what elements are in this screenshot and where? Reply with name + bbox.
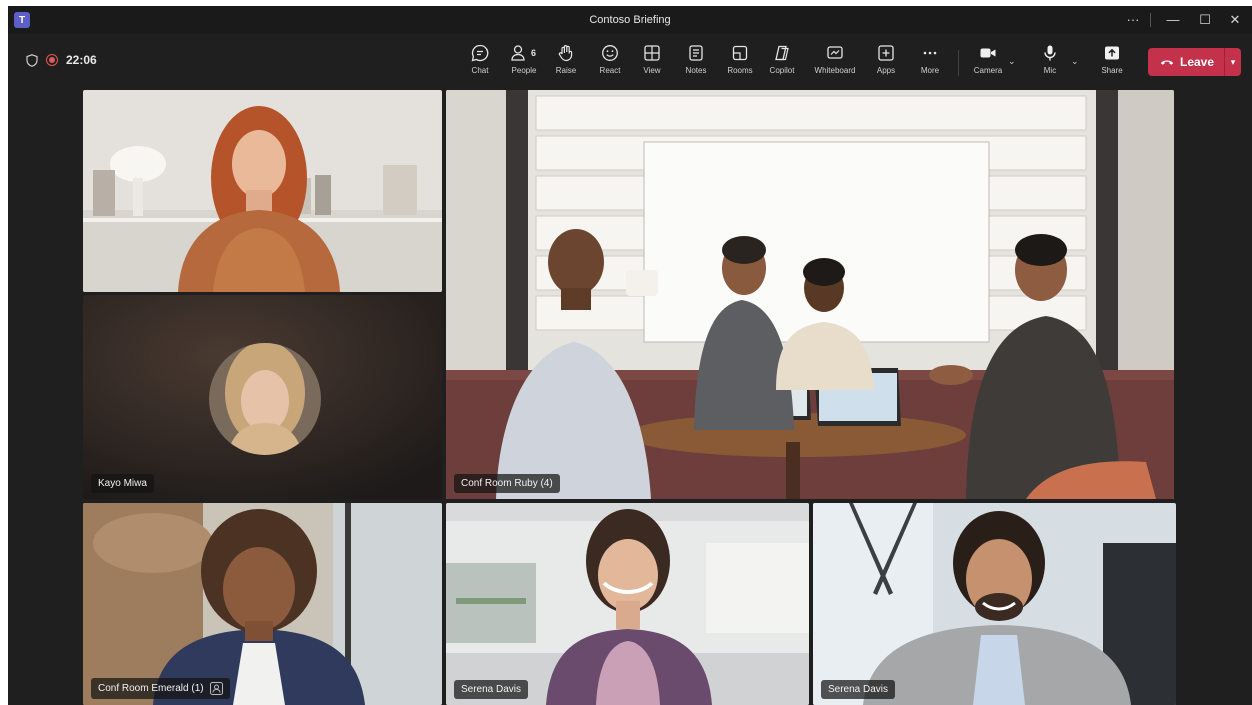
copilot-label: Copilot xyxy=(769,66,795,75)
rooms-button[interactable]: Rooms xyxy=(718,44,762,82)
add-app-icon xyxy=(878,45,894,61)
raise-label: Raise xyxy=(555,66,577,75)
copilot-button[interactable]: Copilot xyxy=(760,44,804,82)
share-button[interactable]: Share xyxy=(1090,44,1134,82)
room-people-icon xyxy=(209,682,223,695)
title-bar: T Contoso Briefing ··· — ☐ ✕ xyxy=(8,6,1252,34)
title-divider xyxy=(1150,13,1151,27)
participant-video-feed xyxy=(813,503,1176,705)
toolbar-divider xyxy=(958,50,959,76)
more-icon xyxy=(923,51,937,55)
smiley-icon xyxy=(602,45,618,61)
people-count: 6 xyxy=(531,48,537,58)
notes-icon xyxy=(689,45,703,61)
hand-icon xyxy=(558,45,573,62)
camera-button[interactable]: Camera xyxy=(966,44,1010,82)
participant-name-tag: Conf Room Ruby (4) xyxy=(454,474,560,493)
leave-button[interactable]: Leave xyxy=(1148,48,1225,76)
people-icon xyxy=(511,45,525,61)
breakout-rooms-icon xyxy=(732,45,748,61)
close-icon[interactable]: ✕ xyxy=(1222,11,1248,29)
chat-icon xyxy=(471,44,489,62)
participant-name-tag: Kayo Miwa xyxy=(91,474,154,493)
participant-name: Serena Davis xyxy=(828,684,889,695)
participant-name: Serena Davis xyxy=(461,684,522,695)
leave-label: Leave xyxy=(1180,55,1215,69)
participant-name: Conf Room Emerald (1) xyxy=(98,683,204,694)
teams-meeting-window: T Contoso Briefing ··· — ☐ ✕ 22:06 Chat … xyxy=(8,6,1252,705)
mic-label: Mic xyxy=(1043,66,1057,75)
conference-room-video-feed xyxy=(446,90,1174,499)
meeting-toolbar: 22:06 Chat 6 People Raise React View Not… xyxy=(8,34,1252,87)
participant-name: Conf Room Ruby (4) xyxy=(461,478,553,489)
apps-label: Apps xyxy=(876,66,896,75)
more-label: More xyxy=(920,66,940,75)
notes-label: Notes xyxy=(685,66,707,75)
meeting-status: 22:06 xyxy=(26,53,97,67)
react-label: React xyxy=(599,66,621,75)
share-label: Share xyxy=(1101,66,1123,75)
share-screen-icon xyxy=(1105,46,1119,60)
video-tile-participant-1[interactable] xyxy=(83,90,442,292)
microphone-icon xyxy=(1044,45,1056,61)
participant-name-tag: Serena Davis xyxy=(454,680,529,699)
raise-hand-button[interactable]: Raise xyxy=(544,44,588,82)
people-button[interactable]: 6 People xyxy=(502,44,546,82)
whiteboard-icon xyxy=(827,46,843,59)
view-button[interactable]: View xyxy=(630,44,674,82)
participant-name-tag: Conf Room Emerald (1) xyxy=(91,678,230,699)
video-tile-conf-room-ruby[interactable]: Conf Room Ruby (4) xyxy=(446,90,1174,499)
conference-room-video-feed xyxy=(83,503,442,705)
camera-icon xyxy=(980,48,996,58)
chat-button[interactable]: Chat xyxy=(458,44,502,82)
participant-video-feed xyxy=(83,90,442,292)
leave-chevron-down-icon[interactable]: ▾ xyxy=(1224,48,1242,76)
whiteboard-button[interactable]: Whiteboard xyxy=(812,44,858,82)
more-button[interactable]: More xyxy=(908,44,952,82)
mic-chevron-down-icon[interactable]: ⌄ xyxy=(1071,56,1079,67)
apps-button[interactable]: Apps xyxy=(864,44,908,82)
copilot-icon xyxy=(775,45,789,61)
view-label: View xyxy=(643,66,661,75)
video-tile-serena-davis-1[interactable]: Serena Davis xyxy=(446,503,809,705)
participant-video-feed xyxy=(446,503,809,705)
participant-name: Kayo Miwa xyxy=(98,478,147,489)
avatar xyxy=(209,343,321,455)
people-label: People xyxy=(511,66,537,75)
chat-label: Chat xyxy=(471,66,489,75)
leave-control: Leave ▾ xyxy=(1148,48,1242,76)
camera-label: Camera xyxy=(973,66,1003,75)
more-options-icon[interactable]: ··· xyxy=(1120,11,1146,29)
window-title: Contoso Briefing xyxy=(589,14,671,26)
mic-button[interactable]: Mic xyxy=(1028,44,1072,82)
video-tile-conf-room-emerald[interactable]: Conf Room Emerald (1) xyxy=(83,503,442,705)
camera-chevron-down-icon[interactable]: ⌄ xyxy=(1008,56,1016,67)
video-tile-serena-davis-2[interactable]: Serena Davis xyxy=(813,503,1176,705)
meeting-timer: 22:06 xyxy=(66,53,97,67)
minimize-icon[interactable]: — xyxy=(1160,11,1186,29)
rooms-label: Rooms xyxy=(727,66,753,75)
video-tile-kayo-miwa[interactable]: Kayo Miwa xyxy=(83,295,442,499)
react-button[interactable]: React xyxy=(588,44,632,82)
shield-icon xyxy=(26,53,38,67)
recording-icon xyxy=(46,54,58,66)
maximize-icon[interactable]: ☐ xyxy=(1192,11,1218,29)
grid-view-icon xyxy=(644,45,660,61)
notes-button[interactable]: Notes xyxy=(674,44,718,82)
participant-name-tag: Serena Davis xyxy=(821,680,896,699)
whiteboard-label: Whiteboard xyxy=(814,66,856,75)
hang-up-icon xyxy=(1160,60,1174,65)
